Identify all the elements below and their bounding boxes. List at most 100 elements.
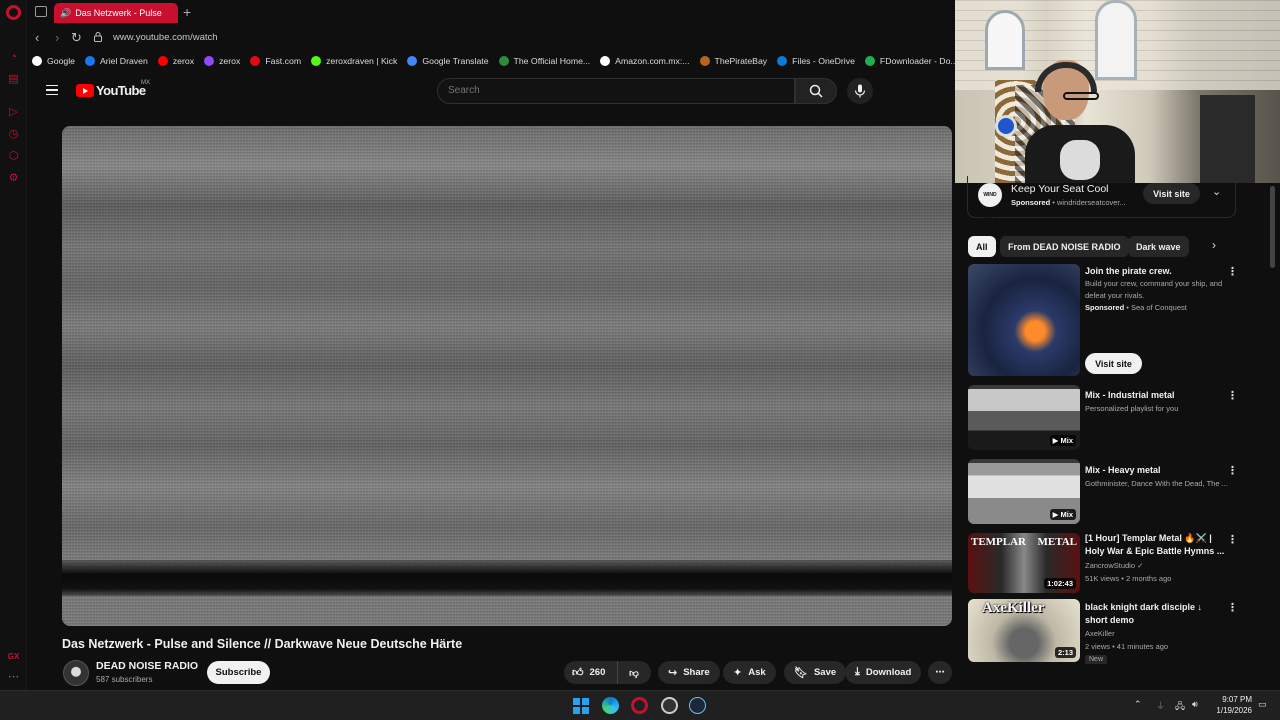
channel-avatar[interactable] <box>63 660 89 686</box>
share-icon: ↪ <box>668 667 678 679</box>
bookmark-item[interactable]: Files - OneDrive <box>777 53 855 69</box>
webcam-overlay <box>955 0 1280 183</box>
video-thumbnail[interactable]: TEMPLAR METAL 1:02:43 <box>968 533 1080 593</box>
usb-icon[interactable]: ⏚ <box>1156 699 1165 712</box>
ad-title[interactable]: Keep Your Seat Cool <box>1011 183 1109 195</box>
advertiser-name: Sea of Conquest <box>1130 303 1187 312</box>
video-thumbnail[interactable] <box>968 264 1080 376</box>
more-actions-button[interactable]: ⋯ <box>928 661 952 684</box>
youtube-logo[interactable]: YouTube <box>76 83 146 98</box>
volume-icon[interactable]: 🔊︎ <box>1192 699 1198 710</box>
player-icon[interactable]: ▷ <box>7 106 20 119</box>
settings-icon[interactable]: ⚙ <box>7 172 20 185</box>
search-input[interactable] <box>448 85 778 96</box>
dislike-button[interactable]: 👎︎ <box>618 667 650 679</box>
playlist-thumbnail[interactable]: ▶ Mix <box>968 459 1080 524</box>
sidebar-scrollbar[interactable] <box>1270 186 1275 268</box>
more-vertical-icon[interactable]: ⋮ <box>1227 464 1238 477</box>
subscribe-button[interactable]: Subscribe <box>207 661 270 684</box>
search-button[interactable] <box>795 78 837 104</box>
url-field[interactable]: www.youtube.com/watch <box>113 32 218 43</box>
share-button[interactable]: ↪ Share <box>658 661 720 684</box>
rec-meta: Personalized playlist for you <box>1085 404 1179 413</box>
more-vertical-icon[interactable]: ⋮ <box>1227 533 1238 546</box>
bookmark-item[interactable]: Ariel Draven <box>85 53 148 69</box>
history-icon[interactable]: ◷ <box>7 128 20 141</box>
chip-all[interactable]: All <box>968 236 996 257</box>
search-box[interactable] <box>437 78 795 104</box>
bookmark-item[interactable]: zerox <box>157 53 194 69</box>
windows-start-icon[interactable] <box>573 698 589 714</box>
home-icon <box>498 56 509 66</box>
like-button[interactable]: 👍︎ 260 <box>564 661 618 684</box>
chevron-right-icon[interactable]: › <box>1212 238 1216 252</box>
more-icon[interactable]: ⋯ <box>7 671 20 684</box>
bookmark-item[interactable]: Fast.com <box>250 53 301 69</box>
tab-active[interactable]: 🔊 Das Netzwerk - Pulse <box>54 3 178 23</box>
ask-button[interactable]: ✦ Ask <box>723 661 776 684</box>
bookmarks-bar: Google Ariel Draven zerox zerox Fast.com zero… <box>32 53 955 69</box>
chevron-up-icon[interactable]: ⌃ <box>1134 699 1142 710</box>
rec-title[interactable]: Mix - Industrial metal <box>1085 389 1225 402</box>
visit-site-button[interactable]: Visit site <box>1143 183 1200 204</box>
rec-title[interactable]: Join the pirate crew. <box>1085 265 1225 278</box>
bookmark-item[interactable]: zerox <box>204 53 240 69</box>
opera-logo-icon[interactable] <box>6 5 21 20</box>
playlist-thumbnail[interactable]: ▶ Mix <box>968 385 1080 450</box>
voice-search-button[interactable] <box>847 78 873 104</box>
opera-gx-icon[interactable] <box>631 697 648 714</box>
messenger-icon[interactable]: ▤ <box>7 73 20 86</box>
rec-title[interactable]: black knight dark disciple ↓ short demo <box>1085 601 1225 626</box>
more-vertical-icon[interactable]: ⋮ <box>1227 265 1238 278</box>
edge-icon[interactable] <box>602 697 619 714</box>
bookmark-item[interactable]: Google <box>32 53 75 69</box>
bookmark-item[interactable]: ThePirateBay <box>699 53 768 69</box>
opera-sidebar: ◔ ▤ ▷ ◷ ⬡ ⚙ GX ⋯ <box>0 0 27 690</box>
back-icon[interactable]: ‹ <box>35 30 39 45</box>
bookmark-label: The Official Home... <box>513 56 591 66</box>
reload-icon[interactable]: ↻ <box>71 30 82 46</box>
bookmark-label: FDownloader - Do... <box>879 56 955 66</box>
more-vertical-icon[interactable]: ⋮ <box>1227 389 1238 402</box>
speed-dial-icon[interactable]: ◔ <box>7 51 20 64</box>
speaker-icon[interactable]: 🔊 <box>60 8 71 19</box>
chip-from-channel[interactable]: From DEAD NOISE RADIO <box>1000 236 1129 257</box>
rec-title[interactable]: [1 Hour] Templar Metal 🔥⚔️ | Holy War & … <box>1085 532 1225 557</box>
new-tab-button[interactable]: + <box>183 4 191 20</box>
network-icon[interactable]: 🖧︎ <box>1175 699 1185 715</box>
chip-dark-wave[interactable]: Dark wave <box>1128 236 1189 257</box>
video-player[interactable] <box>62 126 952 626</box>
tab-menu-icon[interactable] <box>35 6 47 17</box>
notification-icon[interactable]: ▭ <box>1258 699 1267 710</box>
more-vertical-icon[interactable]: ⋮ <box>1227 601 1238 614</box>
menu-icon[interactable] <box>46 85 58 95</box>
obs-icon[interactable] <box>661 697 678 714</box>
advertiser-logo[interactable]: WIND RIDER <box>978 183 1002 222</box>
bookmark-item[interactable]: Amazon.com.mx:... <box>600 53 690 69</box>
thumbnail-text: TEMPLAR <box>971 536 1026 548</box>
bookmark-label: zerox <box>219 56 241 66</box>
steam-icon[interactable] <box>689 697 706 714</box>
forward-icon[interactable]: › <box>55 30 59 45</box>
video-thumbnail[interactable]: AxeKiller 2:13 <box>968 599 1080 662</box>
webcam-shirt-print <box>1060 140 1100 180</box>
bookmark-item[interactable]: The Official Home... <box>498 53 591 69</box>
download-button[interactable]: ⤓ Download <box>845 661 922 684</box>
chevron-down-icon[interactable]: ⌄ <box>1212 185 1221 198</box>
thumbs-up-icon: 👍︎ <box>572 667 584 679</box>
extensions-icon[interactable]: ⬡ <box>7 150 20 163</box>
save-button[interactable]: 🔖︎ Save <box>784 661 847 684</box>
clock[interactable]: 9:07 PM 1/19/2026 <box>1212 694 1252 716</box>
rec-title[interactable]: Mix - Heavy metal <box>1085 464 1225 477</box>
rec-channel[interactable]: AxeKiller <box>1085 628 1235 640</box>
rec-channel[interactable]: ZancrowStudio ✓ <box>1085 560 1235 572</box>
bookmark-item[interactable]: Google Translate <box>407 53 489 69</box>
download-icon: ⤓ <box>855 666 860 678</box>
gx-icon[interactable]: GX <box>7 650 20 663</box>
bookmark-label: ThePirateBay <box>714 56 768 66</box>
visit-site-button[interactable]: Visit site <box>1085 353 1142 374</box>
channel-name[interactable]: DEAD NOISE RADIO <box>96 660 198 672</box>
bookmark-item[interactable]: FDownloader - Do... <box>864 53 955 69</box>
mix-badge: ▶ Mix <box>1049 435 1076 446</box>
bookmark-item[interactable]: zeroxdraven | Kick <box>311 53 397 69</box>
